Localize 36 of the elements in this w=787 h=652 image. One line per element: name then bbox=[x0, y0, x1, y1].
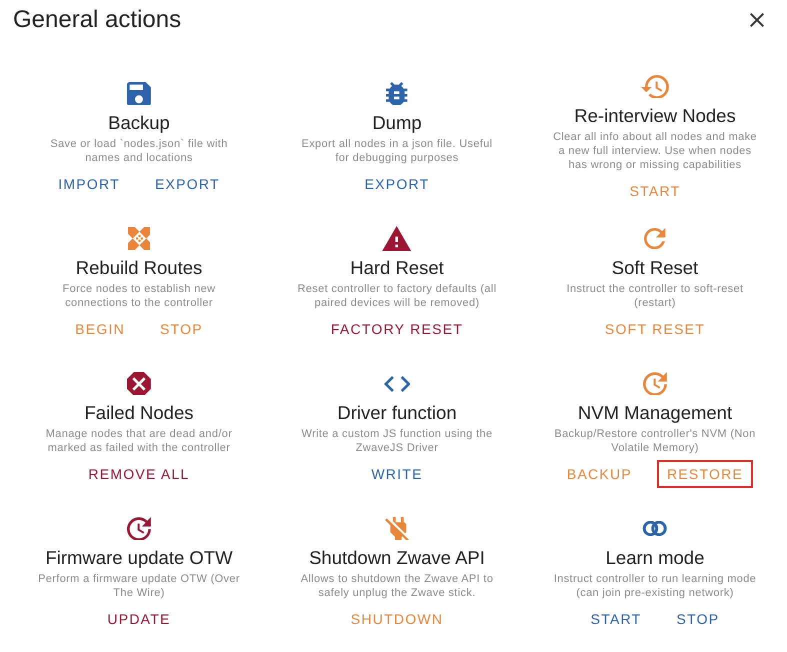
action-button[interactable]: REMOVE ALL bbox=[78, 460, 200, 488]
action-description: Save or load `nodes.json` file with names and locations bbox=[49, 136, 229, 164]
action-description: Backup/Restore controller's NVM (Non Volatile Memory) bbox=[553, 426, 757, 454]
action-description: Reset controller to factory defaults (all paired devices will be removed) bbox=[296, 282, 498, 310]
action-title: Shutdown Zwave API bbox=[309, 546, 485, 570]
action-button[interactable]: STOP bbox=[666, 604, 730, 632]
action-button[interactable]: UPDATE bbox=[97, 604, 181, 632]
action-button[interactable]: START bbox=[580, 604, 652, 632]
action-description: Instruct the controller to soft-reset (restart) bbox=[566, 282, 744, 310]
action-description: Manage nodes that are dead and/or marked as failed with the controller bbox=[44, 426, 234, 454]
action-description: Write a custom JS function using the ZwaveJS Driver bbox=[300, 426, 494, 454]
action-description: Export all nodes in a json file. Useful for debugging purposes bbox=[300, 136, 494, 164]
dialog-title: General actions bbox=[13, 5, 182, 35]
action-title: Learn mode bbox=[606, 546, 704, 570]
action-title: Re-interview Nodes bbox=[574, 104, 736, 128]
action-button[interactable]: EXPORT bbox=[144, 170, 230, 198]
action-description: Allows to shutdown the Zwave API to safely unplug the Zwave stick. bbox=[300, 572, 494, 600]
action-title: NVM Management bbox=[578, 400, 732, 424]
close-icon bbox=[750, 13, 764, 27]
action-title: Rebuild Routes bbox=[76, 256, 202, 280]
action-title: Dump bbox=[372, 110, 422, 134]
action-description: Force nodes to establish new connections to the controller bbox=[62, 282, 216, 310]
action-button[interactable]: WRITE bbox=[361, 460, 433, 488]
close-button[interactable] bbox=[750, 13, 764, 27]
action-title: Driver function bbox=[337, 400, 457, 424]
action-button[interactable]: FACTORY RESET bbox=[320, 314, 474, 342]
action-title: Firmware update OTW bbox=[45, 546, 233, 570]
action-title: Backup bbox=[108, 110, 170, 134]
action-title: Soft Reset bbox=[612, 256, 698, 280]
action-title: Failed Nodes bbox=[84, 400, 194, 424]
action-button[interactable]: IMPORT bbox=[48, 170, 130, 198]
action-title: Hard Reset bbox=[350, 256, 444, 280]
action-description: Clear all info about all nodes and make a new full interview. Use when nodes has wrong or missing capabilities bbox=[552, 130, 758, 172]
action-description: Instruct controller to run learning mode (can join pre-existing network) bbox=[552, 572, 758, 600]
action-description: Perform a firmware update OTW (Over The Wire) bbox=[37, 572, 241, 600]
action-button[interactable]: EXPORT bbox=[354, 170, 440, 198]
